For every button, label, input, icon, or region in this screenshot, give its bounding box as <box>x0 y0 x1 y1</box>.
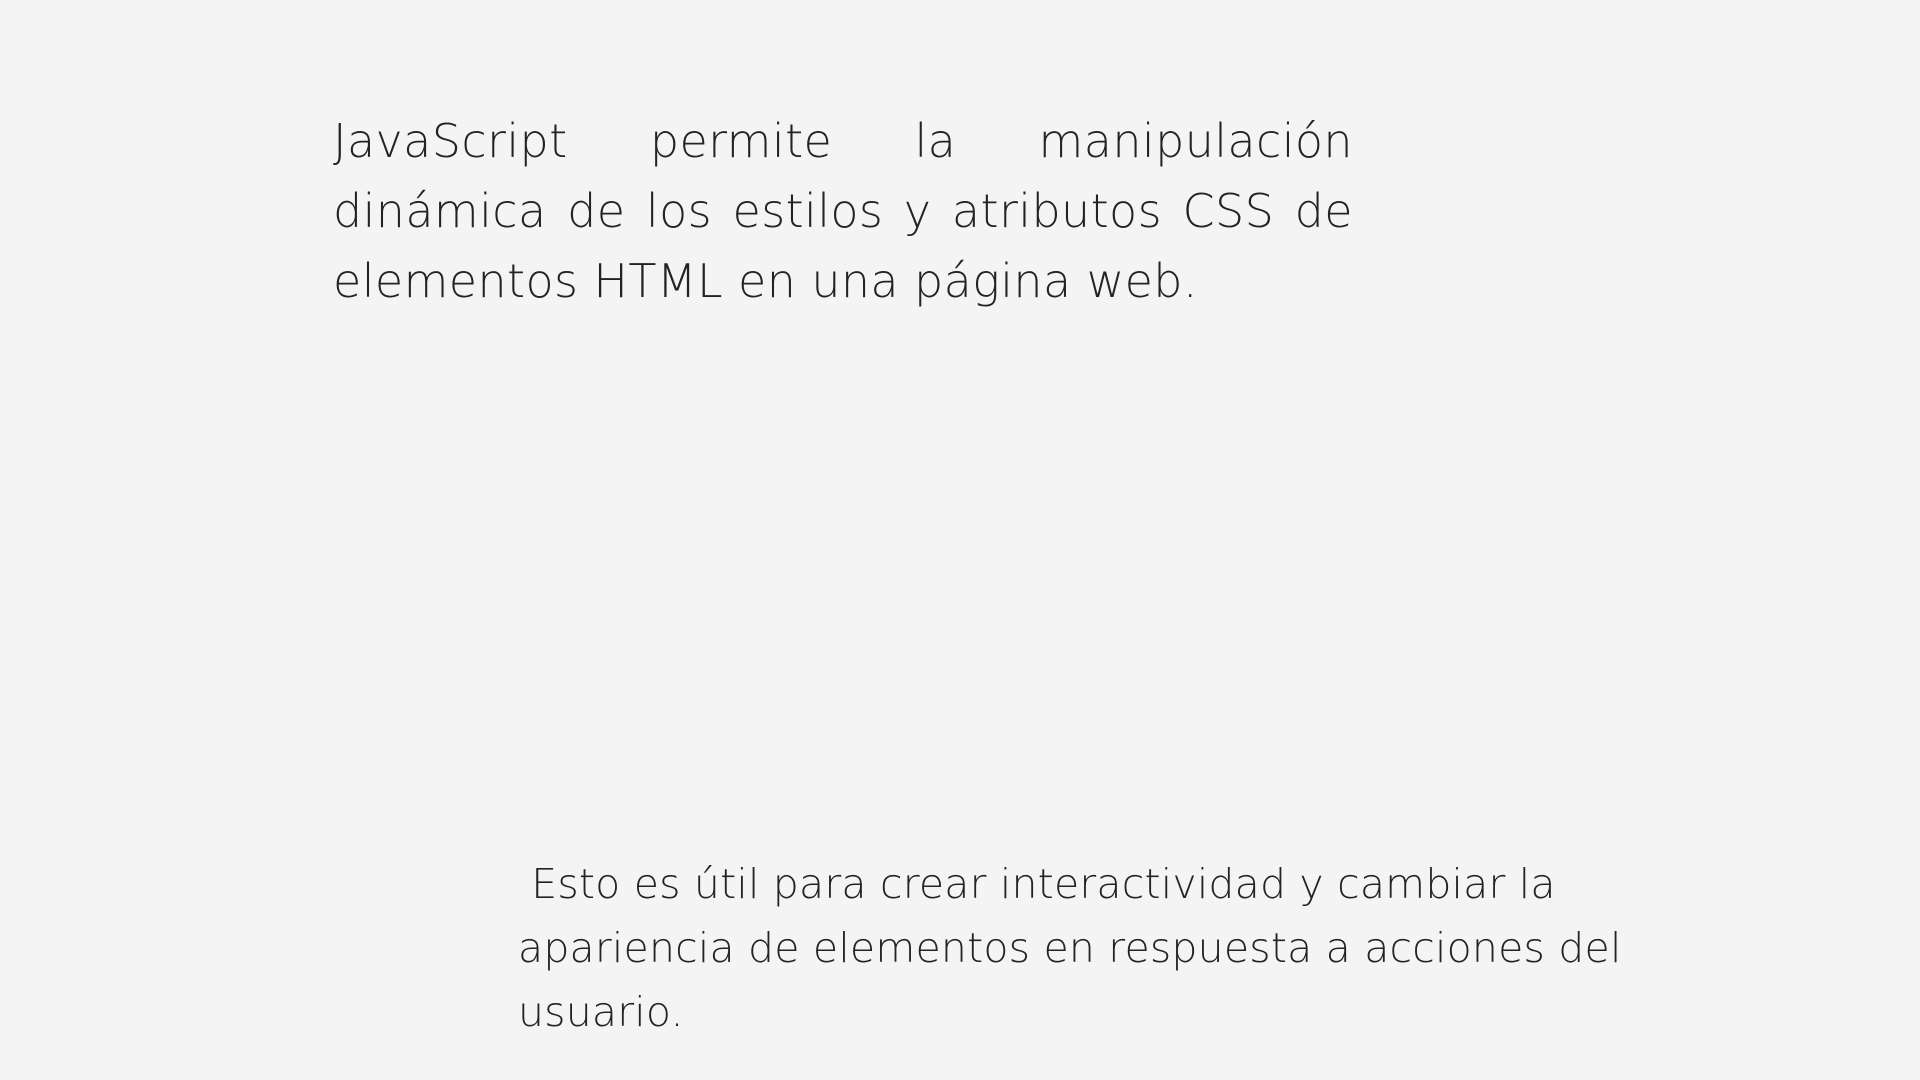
intro-paragraph: JavaScript permite la manipulación dinám… <box>333 114 1353 308</box>
slide-canvas: JavaScript permite la manipulación dinám… <box>0 0 1920 1080</box>
detail-paragraph: Esto es útil para crear interactividad y… <box>518 860 1635 1036</box>
